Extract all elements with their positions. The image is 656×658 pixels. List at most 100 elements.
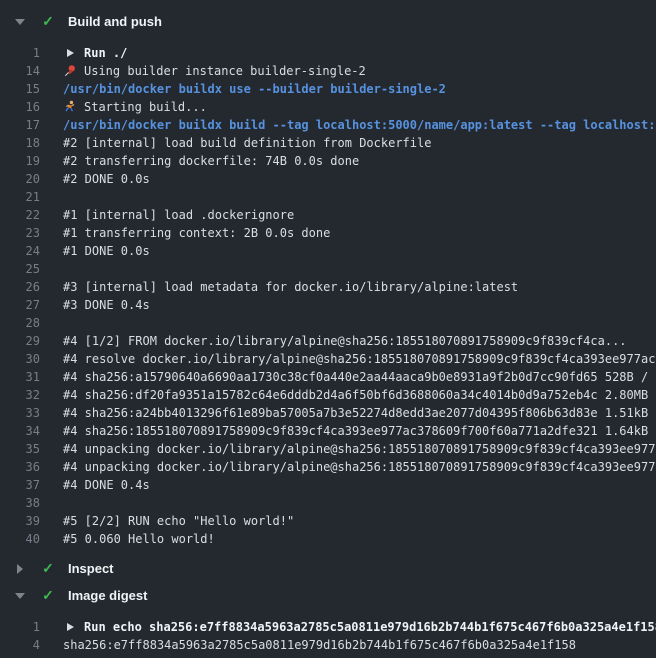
check-icon: ✓ (39, 587, 57, 604)
log-text: #2 transferring dockerfile: 74B 0.0s don… (63, 152, 359, 170)
log-line-content: #2 [internal] load build definition from… (63, 134, 656, 152)
log-line-content: Run ./ (63, 44, 656, 62)
line-number[interactable]: 15 (0, 80, 40, 98)
section-title: Build and push (68, 14, 162, 29)
log-line: 34 #4 sha256:185518070891758909c9f839cf4c… (0, 422, 656, 440)
log-text: #3 [internal] load metadata for docker.i… (63, 278, 518, 296)
line-number[interactable]: 16 (0, 98, 40, 116)
log-text: #4 sha256:a24bb4013296f61e89ba57005a7b3e… (63, 404, 656, 422)
log-text: #4 sha256:185518070891758909c9f839cf4ca3… (63, 422, 656, 440)
line-number[interactable]: 23 (0, 224, 40, 242)
log-text: #2 [internal] load build definition from… (63, 134, 431, 152)
line-number[interactable]: 36 (0, 458, 40, 476)
line-number[interactable]: 22 (0, 206, 40, 224)
log-text: Starting build... (84, 98, 207, 116)
log-line: 25 (0, 260, 656, 278)
log-line-content: #4 resolve docker.io/library/alpine@sha2… (63, 350, 656, 368)
log-line-content: #5 0.060 Hello world! (63, 530, 656, 548)
line-number[interactable]: 39 (0, 512, 40, 530)
log-line-content: #4 DONE 0.4s (63, 476, 656, 494)
log-line-content: sha256:e7ff8834a5963a2785c5a0811e979d16b… (63, 636, 656, 654)
log-line: 33 #4 sha256:a24bb4013296f61e89ba57005a7b… (0, 404, 656, 422)
log-text: #3 DONE 0.4s (63, 296, 150, 314)
log-line-content: Run echo sha256:e7ff8834a5963a2785c5a081… (63, 618, 656, 636)
check-icon: ✓ (39, 560, 57, 577)
line-number[interactable]: 40 (0, 530, 40, 548)
log-line: 35 #4 unpacking docker.io/library/alpine@… (0, 440, 656, 458)
play-icon (63, 46, 77, 60)
line-number[interactable]: 28 (0, 314, 40, 332)
log-line: 38 (0, 494, 656, 512)
line-number[interactable]: 26 (0, 278, 40, 296)
log-line-content: Using builder instance builder-single-2 (63, 62, 656, 80)
line-number[interactable]: 1 (0, 618, 40, 636)
chevron-right-icon (17, 564, 23, 574)
log-text: #4 [1/2] FROM docker.io/library/alpine@s… (63, 332, 627, 350)
line-number[interactable]: 31 (0, 368, 40, 386)
log-text: #5 0.060 Hello world! (63, 530, 215, 548)
log-line-content: #4 unpacking docker.io/library/alpine@sh… (63, 440, 656, 458)
log-line: 4 sha256:e7ff8834a5963a2785c5a0811e979d16… (0, 636, 656, 654)
line-number[interactable]: 33 (0, 404, 40, 422)
log-text: #1 [internal] load .dockerignore (63, 206, 294, 224)
line-number[interactable]: 19 (0, 152, 40, 170)
check-icon: ✓ (39, 13, 57, 30)
log-line: 26 #3 [internal] load metadata for docker… (0, 278, 656, 296)
log-line: 23#1 transferring context: 2B 0.0s done (0, 224, 656, 242)
log-line: 37 #4 DONE 0.4s (0, 476, 656, 494)
line-number[interactable]: 24 (0, 242, 40, 260)
section-header-build-and-push[interactable]: ✓ Build and push (0, 8, 656, 35)
log-text: #4 sha256:a15790640a6690aa1730c38cf0a440… (63, 368, 656, 386)
line-number[interactable]: 14 (0, 62, 40, 80)
line-number[interactable]: 29 (0, 332, 40, 350)
log-line-content: #2 DONE 0.0s (63, 170, 656, 188)
log-text: Using builder instance builder-single-2 (84, 62, 366, 80)
line-number[interactable]: 21 (0, 188, 40, 206)
line-number[interactable]: 37 (0, 476, 40, 494)
line-number[interactable]: 38 (0, 494, 40, 512)
log-lines-build-and-push: 1 Run ./ 14 Using builder instance builder-… (0, 44, 656, 548)
log-text: #4 DONE 0.4s (63, 476, 150, 494)
line-number[interactable]: 4 (0, 636, 40, 654)
log-line: 27 #3 DONE 0.4s (0, 296, 656, 314)
log-text: #4 unpacking docker.io/library/alpine@sh… (63, 458, 656, 476)
log-lines-image-digest: 1 Run echo sha256:e7ff8834a5963a2785c5a08… (0, 618, 656, 654)
log-line-run-group[interactable]: 1 Run ./ (0, 44, 656, 62)
log-line: 21 (0, 188, 656, 206)
section-header-inspect[interactable]: ✓Inspect (0, 555, 656, 582)
log-line-content: #4 sha256:185518070891758909c9f839cf4ca3… (63, 422, 656, 440)
log-line: 24 #1 DONE 0.0s (0, 242, 656, 260)
log-line: 32#4 sha256:df20fa9351a15782c64e6dddb2d4… (0, 386, 656, 404)
line-number[interactable]: 18 (0, 134, 40, 152)
section-title: Image digest (68, 588, 147, 603)
log-text: /usr/bin/docker buildx build --tag local… (63, 116, 656, 134)
log-line: 29 #4 [1/2] FROM docker.io/library/alpine… (0, 332, 656, 350)
line-number[interactable]: 1 (0, 44, 40, 62)
log-line: 22 #1 [internal] load .dockerignore (0, 206, 656, 224)
line-number[interactable]: 17 (0, 116, 40, 134)
log-line-content: #2 transferring dockerfile: 74B 0.0s don… (63, 152, 656, 170)
log-line-content: #1 DONE 0.0s (63, 242, 656, 260)
log-line: 28 (0, 314, 656, 332)
section-header-image-digest[interactable]: ✓ Image digest (0, 582, 656, 609)
log-text: Run echo sha256:e7ff8834a5963a2785c5a081… (84, 618, 656, 636)
log-line-content: /usr/bin/docker buildx build --tag local… (63, 116, 656, 134)
log-line: 31 #4 sha256:a15790640a6690aa1730c38cf0a4… (0, 368, 656, 386)
log-line-content: #3 DONE 0.4s (63, 296, 656, 314)
log-line-content: #4 sha256:a24bb4013296f61e89ba57005a7b3e… (63, 404, 656, 422)
line-number[interactable]: 20 (0, 170, 40, 188)
line-number[interactable]: 34 (0, 422, 40, 440)
pushpin-icon (63, 64, 77, 78)
workflow-log-viewer: ✓Build and push1Run ./14Using builder in… (0, 0, 656, 658)
line-number[interactable]: 25 (0, 260, 40, 278)
log-line: 36 #4 unpacking docker.io/library/alpine@… (0, 458, 656, 476)
line-number[interactable]: 35 (0, 440, 40, 458)
line-number[interactable]: 32 (0, 386, 40, 404)
line-number[interactable]: 27 (0, 296, 40, 314)
runner-icon (63, 100, 77, 114)
log-text: #4 unpacking docker.io/library/alpine@sh… (63, 440, 656, 458)
log-line-run-group[interactable]: 1 Run echo sha256:e7ff8834a5963a2785c5a08… (0, 618, 656, 636)
line-number[interactable]: 30 (0, 350, 40, 368)
log-line: 14 Using builder instance builder-single-… (0, 62, 656, 80)
log-text: /usr/bin/docker buildx use --builder bui… (63, 80, 446, 98)
